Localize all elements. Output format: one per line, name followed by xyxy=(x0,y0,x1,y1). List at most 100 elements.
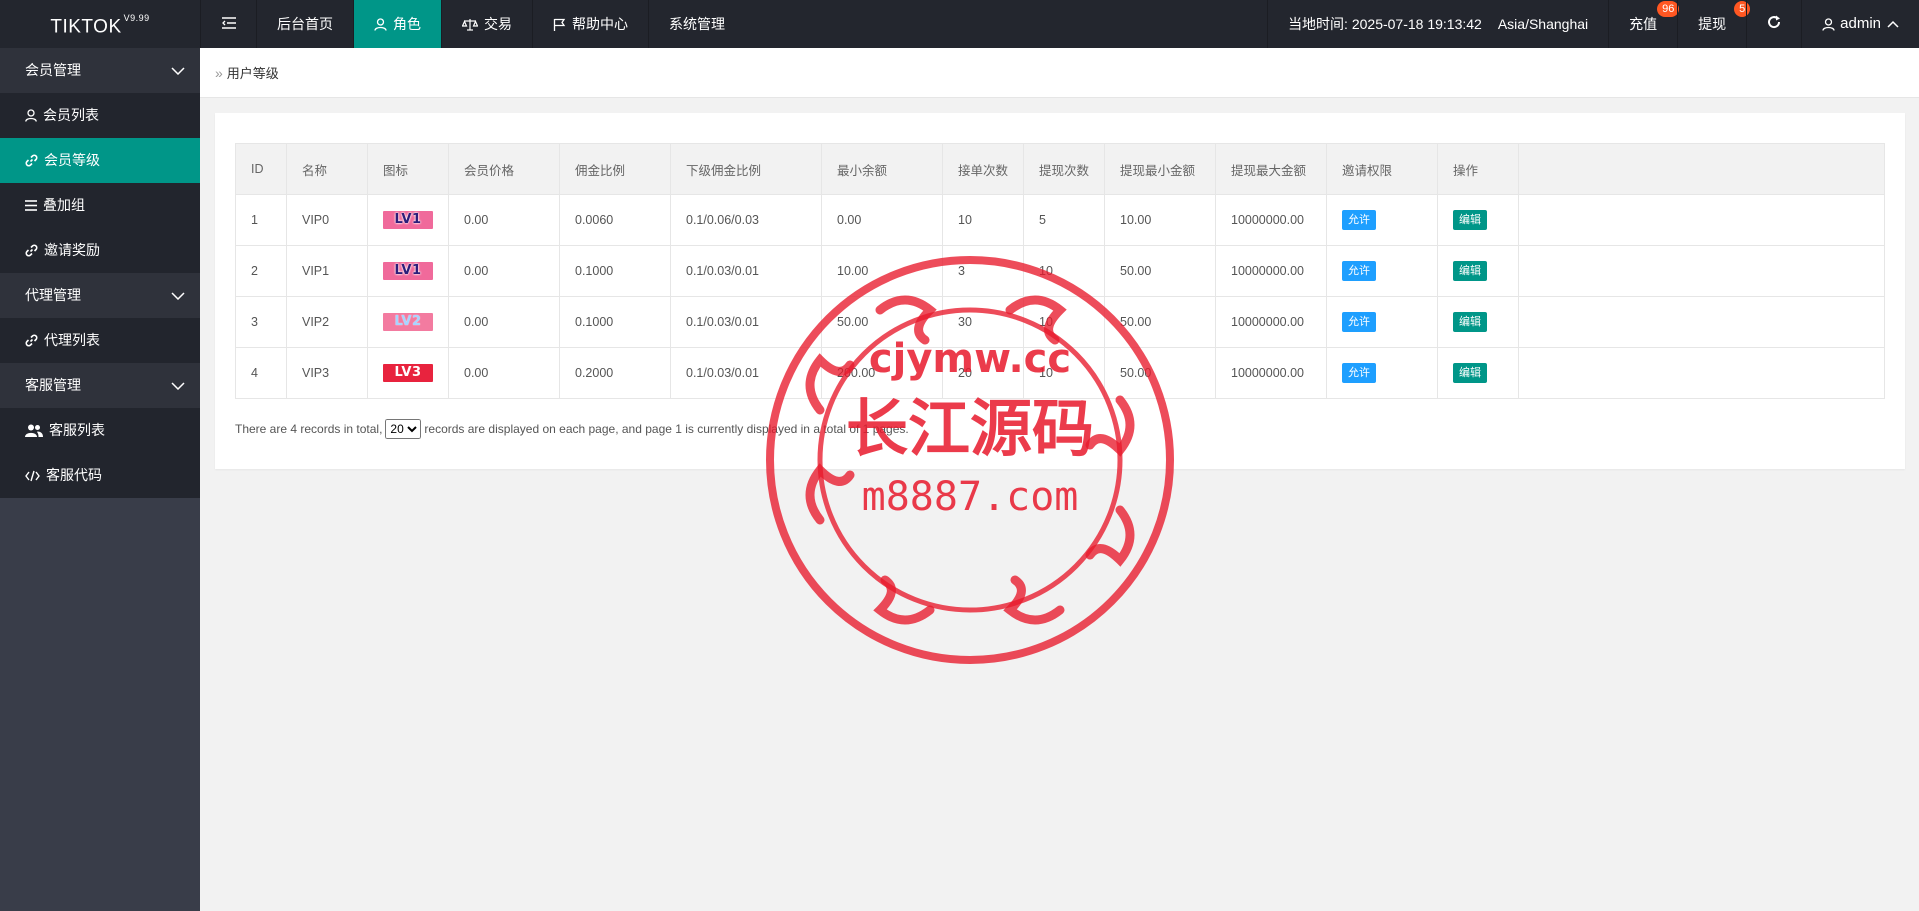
cell-blank xyxy=(1518,245,1885,297)
app-logo[interactable]: TIKTOK V9.99 xyxy=(0,0,200,48)
cell-withdraw-max: 10000000.00 xyxy=(1215,194,1327,246)
nav-trade[interactable]: 交易 xyxy=(441,0,532,48)
cell-withdraw-max: 10000000.00 xyxy=(1215,296,1327,348)
sidebar-group-members[interactable]: 会员管理 xyxy=(0,48,200,93)
sidebar-item-service-list[interactable]: 客服列表 xyxy=(0,408,200,453)
table-header-row: ID 名称 图标 会员价格 佣金比例 下级佣金比例 最小余额 接单次数 提现次数… xyxy=(235,143,1885,195)
recharge-label: 充值 xyxy=(1629,16,1658,32)
column-header[interactable]: 名称 xyxy=(286,143,368,195)
cell-sub-commission: 0.1/0.03/0.01 xyxy=(670,245,822,297)
scale-icon xyxy=(462,18,478,31)
cell-commission: 0.1000 xyxy=(559,245,671,297)
sidebar: 会员管理 会员列表 会员等级 叠加组 邀请奖励 代理管理 代理列表 客服管理 客… xyxy=(0,48,200,911)
cell-action: 编辑 xyxy=(1437,347,1519,399)
column-header[interactable]: 提现最大金额 xyxy=(1215,143,1327,195)
list-icon xyxy=(25,200,37,211)
withdraw-button[interactable]: 提现 5 xyxy=(1677,0,1751,48)
cell-min-balance: 200.00 xyxy=(821,347,943,399)
nav-system[interactable]: 系统管理 xyxy=(648,0,745,48)
edit-button[interactable]: 编辑 xyxy=(1453,363,1487,383)
cell-name: VIP3 xyxy=(286,347,368,399)
cell-min-balance: 50.00 xyxy=(821,296,943,348)
cell-icon: LV3 xyxy=(367,347,449,399)
column-header[interactable]: 最小余额 xyxy=(821,143,943,195)
sidebar-group-label: 客服管理 xyxy=(25,377,81,393)
column-header[interactable]: 提现次数 xyxy=(1023,143,1105,195)
sidebar-item-stack-group[interactable]: 叠加组 xyxy=(0,183,200,228)
edit-button[interactable]: 编辑 xyxy=(1453,312,1487,332)
table-row: 2 VIP1 LV1 0.00 0.1000 0.1/0.03/0.01 10.… xyxy=(235,245,1885,297)
link-icon xyxy=(25,154,38,167)
column-header-blank xyxy=(1518,143,1885,195)
cell-commission: 0.1000 xyxy=(559,296,671,348)
column-header[interactable]: 接单次数 xyxy=(942,143,1024,195)
nav-home[interactable]: 后台首页 xyxy=(256,0,353,48)
column-header[interactable]: 会员价格 xyxy=(448,143,560,195)
recharge-badge: 96 xyxy=(1657,1,1680,17)
level-badge: LV1 xyxy=(383,211,433,229)
recharge-button[interactable]: 充值 96 xyxy=(1608,0,1680,48)
level-badge: LV1 xyxy=(383,262,433,280)
user-menu[interactable]: admin xyxy=(1801,0,1919,48)
cell-blank xyxy=(1518,296,1885,348)
column-header[interactable]: 邀请权限 xyxy=(1326,143,1438,195)
column-header[interactable]: 图标 xyxy=(367,143,449,195)
sidebar-group-service[interactable]: 客服管理 xyxy=(0,363,200,408)
refresh-button[interactable] xyxy=(1746,0,1801,48)
chevron-down-icon xyxy=(171,273,185,318)
table-row: 3 VIP2 LV2 0.00 0.1000 0.1/0.03/0.01 50.… xyxy=(235,296,1885,348)
top-header: TIKTOK V9.99 后台首页 角色 交易 帮助中心 系统管理 当地时间: 2… xyxy=(0,0,1919,48)
level-badge: LV2 xyxy=(383,313,433,331)
invite-allow-button[interactable]: 允许 xyxy=(1342,210,1376,230)
page-size-select[interactable]: 20 xyxy=(385,419,422,439)
sidebar-item-member-level[interactable]: 会员等级 xyxy=(0,138,200,183)
invite-allow-button[interactable]: 允许 xyxy=(1342,312,1376,332)
cell-icon: LV1 xyxy=(367,245,449,297)
link-icon xyxy=(25,244,38,257)
nav-role[interactable]: 角色 xyxy=(353,0,441,48)
cell-price: 0.00 xyxy=(448,296,560,348)
user-icon xyxy=(374,17,387,31)
column-header[interactable]: 下级佣金比例 xyxy=(670,143,822,195)
cell-withdraw-times: 10 xyxy=(1023,347,1105,399)
flag-icon xyxy=(553,18,566,31)
cell-action: 编辑 xyxy=(1437,296,1519,348)
sidebar-item-label: 会员等级 xyxy=(44,152,100,168)
cell-orders: 30 xyxy=(942,296,1024,348)
invite-allow-button[interactable]: 允许 xyxy=(1342,363,1376,383)
cell-orders: 3 xyxy=(942,245,1024,297)
nav-help[interactable]: 帮助中心 xyxy=(532,0,648,48)
invite-allow-button[interactable]: 允许 xyxy=(1342,261,1376,281)
sidebar-item-member-list[interactable]: 会员列表 xyxy=(0,93,200,138)
nav-home-label: 后台首页 xyxy=(277,16,333,32)
sidebar-toggle-button[interactable] xyxy=(200,0,256,48)
cell-invite: 允许 xyxy=(1326,296,1438,348)
cell-sub-commission: 0.1/0.03/0.01 xyxy=(670,296,822,348)
local-time-text: 当地时间: 2025-07-18 19:13:42 xyxy=(1288,16,1482,32)
content-card: ID 名称 图标 会员价格 佣金比例 下级佣金比例 最小余额 接单次数 提现次数… xyxy=(215,113,1905,469)
user-icon xyxy=(25,109,37,122)
sidebar-group-label: 代理管理 xyxy=(25,287,81,303)
logo-text: TIKTOK xyxy=(50,16,122,38)
sidebar-item-agent-list[interactable]: 代理列表 xyxy=(0,318,200,363)
column-header[interactable]: 佣金比例 xyxy=(559,143,671,195)
column-header[interactable]: ID xyxy=(235,143,287,195)
sidebar-item-invite-reward[interactable]: 邀请奖励 xyxy=(0,228,200,273)
column-header[interactable]: 提现最小金额 xyxy=(1104,143,1216,195)
cell-sub-commission: 0.1/0.06/0.03 xyxy=(670,194,822,246)
cell-commission: 0.0060 xyxy=(559,194,671,246)
double-chevron-icon: » xyxy=(215,64,223,81)
cell-min-balance: 0.00 xyxy=(821,194,943,246)
sidebar-item-service-code[interactable]: 客服代码 xyxy=(0,453,200,498)
cell-name: VIP0 xyxy=(286,194,368,246)
cell-orders: 10 xyxy=(942,194,1024,246)
pager-text-after: records are displayed on each page, and … xyxy=(424,422,909,436)
column-header[interactable]: 操作 xyxy=(1437,143,1519,195)
edit-button[interactable]: 编辑 xyxy=(1453,261,1487,281)
sidebar-item-label: 邀请奖励 xyxy=(44,242,100,258)
edit-button[interactable]: 编辑 xyxy=(1453,210,1487,230)
cell-name: VIP1 xyxy=(286,245,368,297)
cell-orders: 20 xyxy=(942,347,1024,399)
sidebar-group-agents[interactable]: 代理管理 xyxy=(0,273,200,318)
sidebar-item-label: 客服列表 xyxy=(49,422,105,438)
